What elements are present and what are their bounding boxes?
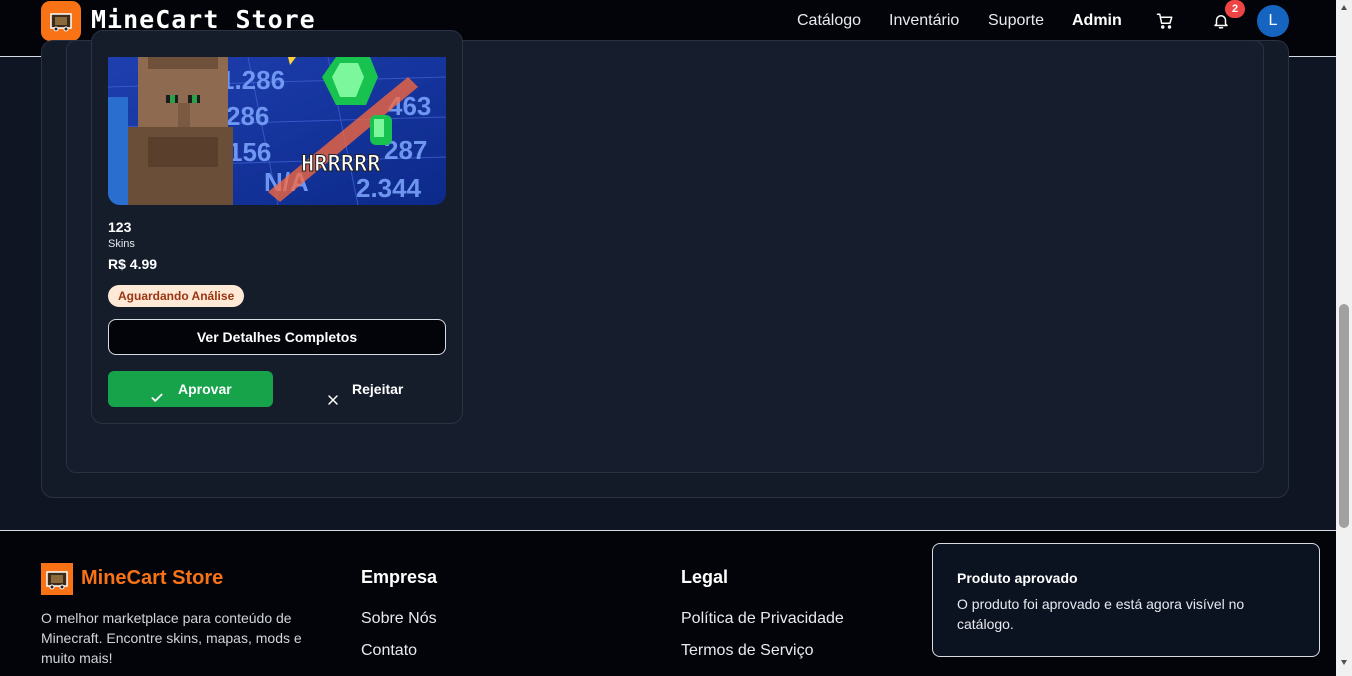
footer-link-about[interactable]: Sobre Nós <box>361 610 437 628</box>
footer-description: O melhor marketplace para conteúdo de Mi… <box>41 610 302 666</box>
footer-link-privacy[interactable]: Política de Privacidade <box>681 610 844 628</box>
reject-button[interactable]: Rejeitar <box>310 371 440 407</box>
image-number-6: 2.344 <box>356 173 422 203</box>
check-icon <box>150 382 164 418</box>
logo-icon[interactable] <box>41 1 81 41</box>
product-price: R$ 4.99 <box>108 256 158 272</box>
footer-link-contact[interactable]: Contato <box>361 642 417 660</box>
notification-badge: 2 <box>1225 0 1245 18</box>
status-badge: Aguardando Análise <box>108 285 245 307</box>
footer-heading-legal: Legal <box>681 567 729 587</box>
toast-notification[interactable]: Produto aprovado O produto foi aprovado … <box>932 543 1320 657</box>
reject-label: Rejeitar <box>352 381 404 397</box>
scroll-up-arrow-icon[interactable] <box>1340 4 1348 12</box>
toast-message: O produto foi aprovado e está agora visí… <box>957 596 1245 632</box>
product-name: 123 <box>108 219 132 235</box>
cart-icon[interactable] <box>1156 12 1176 32</box>
footer-logo-icon <box>41 563 73 595</box>
image-number-2: 286 <box>226 101 269 131</box>
footer-link-terms[interactable]: Termos de Serviço <box>681 642 814 660</box>
approve-button[interactable]: Aprovar <box>108 371 273 407</box>
user-avatar[interactable]: L <box>1257 5 1289 37</box>
approve-label: Aprovar <box>178 381 232 397</box>
scrollbar-thumb[interactable] <box>1339 304 1349 528</box>
view-details-button[interactable]: Ver Detalhes Completos <box>108 319 446 355</box>
nav-catalogo[interactable]: Catálogo <box>797 12 861 30</box>
nav-suporte[interactable]: Suporte <box>988 12 1044 30</box>
product-image[interactable]: 1.286 286 463 156 287 2.344 N/A HRRRRR <box>108 57 446 205</box>
toast-title: Produto aprovado <box>957 570 1078 586</box>
footer-brand: MineCart Store <box>81 567 224 589</box>
scroll-down-arrow-icon[interactable] <box>1340 658 1348 666</box>
image-number-1: 1.286 <box>220 65 285 95</box>
footer-heading-company: Empresa <box>361 567 438 587</box>
nav-inventario[interactable]: Inventário <box>889 12 959 30</box>
close-icon <box>327 383 339 419</box>
product-category: Skins <box>108 238 135 250</box>
image-caption: HRRRRR <box>301 152 381 177</box>
image-number-4: 156 <box>228 137 271 167</box>
nav-admin[interactable]: Admin <box>1072 12 1122 30</box>
page-scrollbar[interactable] <box>1336 0 1352 676</box>
